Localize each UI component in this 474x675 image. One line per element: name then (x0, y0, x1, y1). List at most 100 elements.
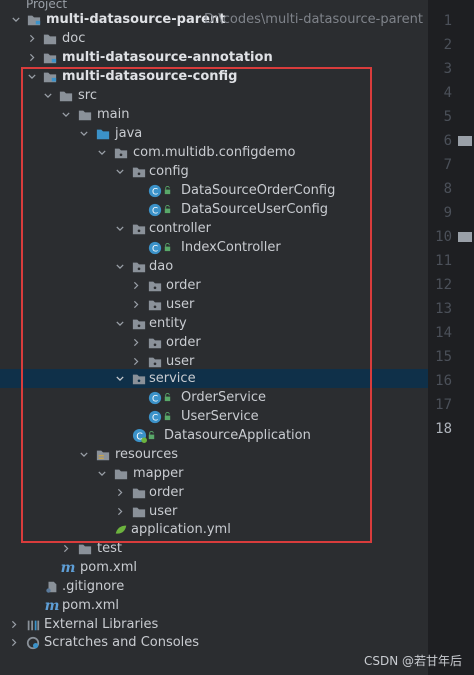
tree-item-label: Scratches and Consoles (44, 635, 200, 650)
tree-item-mapper[interactable]: mapper (0, 464, 428, 483)
tree-item-package[interactable]: com.multidb.configdemo (0, 143, 428, 162)
fold-marker-icon[interactable] (458, 232, 472, 242)
tree-item-label: user (166, 354, 195, 369)
tree-item-class-file[interactable]: C DataSourceUserConfig (0, 200, 428, 219)
chevron-down-icon[interactable] (116, 320, 124, 328)
tree-item-class-file[interactable]: C OrderService (0, 388, 428, 407)
module-path: D:\codes\multi-datasource-parent (204, 12, 423, 27)
line-number: 8 (443, 181, 452, 197)
class-icon: C (147, 183, 163, 199)
tree-item-application-class[interactable]: C DatasourceApplication (0, 426, 428, 445)
tree-item-class-file[interactable]: C DataSourceOrderConfig (0, 181, 428, 200)
chevron-down-icon[interactable] (116, 225, 124, 233)
chevron-down-icon[interactable] (62, 111, 70, 119)
tree-item-label: user (166, 297, 195, 312)
chevron-down-icon[interactable] (116, 168, 124, 176)
fold-marker-icon[interactable] (458, 136, 472, 146)
line-number: 10 (435, 229, 452, 245)
tree-item-class-file[interactable]: C UserService (0, 407, 428, 426)
chevron-right-icon[interactable] (62, 544, 70, 553)
package-icon (131, 164, 147, 180)
tree-item-label: application.yml (131, 522, 231, 537)
line-number: 1 (443, 13, 452, 29)
tree-item-label: entity (149, 316, 187, 331)
project-tree-panel: Project multi-datasource-parent D:\codes… (0, 0, 428, 675)
class-icon: C (147, 202, 163, 218)
chevron-down-icon[interactable] (98, 470, 106, 478)
package-icon (131, 316, 147, 332)
package-icon (113, 145, 129, 161)
chevron-down-icon[interactable] (98, 149, 106, 157)
chevron-right-icon[interactable] (132, 357, 140, 366)
line-number: 13 (435, 301, 452, 317)
folder-icon (113, 466, 129, 482)
tree-item-pom-file[interactable]: m pom.xml (0, 558, 428, 577)
tree-item-pom-file[interactable]: m pom.xml (0, 596, 428, 615)
tree-item-external-libraries[interactable]: External Libraries (0, 615, 428, 634)
chevron-right-icon[interactable] (116, 507, 124, 516)
tree-item-doc[interactable]: doc (0, 29, 428, 48)
tree-item-test[interactable]: test (0, 539, 428, 558)
chevron-down-icon[interactable] (12, 16, 20, 24)
tree-item-main[interactable]: main (0, 105, 428, 124)
chevron-right-icon[interactable] (10, 620, 18, 629)
line-number: 5 (443, 109, 452, 125)
tree-item-gitignore[interactable]: .gitignore (0, 577, 428, 596)
chevron-right-icon[interactable] (28, 34, 36, 43)
line-number-current: 18 (435, 421, 452, 437)
tree-item-label: DataSourceUserConfig (181, 202, 329, 217)
tree-item-package[interactable]: user (0, 295, 428, 314)
tree-item-package[interactable]: order (0, 276, 428, 295)
maven-icon: m (44, 597, 60, 614)
chevron-right-icon[interactable] (28, 53, 36, 62)
tree-item-class-file[interactable]: C IndexController (0, 238, 428, 257)
chevron-right-icon[interactable] (132, 281, 140, 290)
line-number: 14 (435, 325, 452, 341)
spring-boot-class-icon: C (131, 428, 147, 444)
tree-item-service-package[interactable]: service (0, 369, 428, 388)
tree-item-folder[interactable]: order (0, 483, 428, 502)
tree-item-label: order (166, 278, 201, 293)
tree-item-label: OrderService (181, 390, 266, 405)
tree-item-entity-package[interactable]: entity (0, 314, 428, 333)
chevron-down-icon[interactable] (28, 73, 36, 81)
tree-item-parent-module[interactable]: multi-datasource-parent D:\codes\multi-d… (0, 10, 428, 29)
line-number: 3 (443, 61, 452, 77)
folder-icon (77, 541, 93, 557)
lock-icon (162, 409, 172, 425)
tree-item-yml-file[interactable]: application.yml (0, 520, 428, 539)
tree-item-controller-package[interactable]: controller (0, 219, 428, 238)
tree-item-label: dao (149, 259, 174, 274)
tree-item-label: controller (149, 221, 212, 236)
tree-item-scratches[interactable]: Scratches and Consoles (0, 633, 428, 652)
package-icon (147, 335, 163, 351)
chevron-down-icon[interactable] (80, 451, 88, 459)
chevron-down-icon[interactable] (116, 263, 124, 271)
tree-item-annotation-module[interactable]: multi-datasource-annotation (0, 48, 428, 67)
line-number: 9 (443, 205, 452, 221)
tree-item-folder[interactable]: user (0, 502, 428, 521)
tree-item-src[interactable]: src (0, 86, 428, 105)
line-number: 6 (443, 133, 452, 149)
chevron-right-icon[interactable] (132, 300, 140, 309)
tree-item-java[interactable]: java (0, 124, 428, 143)
tree-item-resources[interactable]: resources (0, 445, 428, 464)
tree-item-dao-package[interactable]: dao (0, 257, 428, 276)
chevron-right-icon[interactable] (10, 638, 18, 647)
line-number: 15 (435, 349, 452, 365)
chevron-right-icon[interactable] (132, 338, 140, 347)
chevron-right-icon[interactable] (116, 488, 124, 497)
package-icon (131, 259, 147, 275)
chevron-down-icon[interactable] (44, 92, 52, 100)
tree-item-label: DataSourceOrderConfig (181, 183, 336, 198)
tree-item-package[interactable]: order (0, 333, 428, 352)
folder-icon (58, 88, 74, 104)
chevron-down-icon[interactable] (80, 130, 88, 138)
svg-text:C: C (152, 206, 158, 216)
tree-item-config-package[interactable]: config (0, 162, 428, 181)
tree-item-label: src (78, 88, 97, 103)
chevron-down-icon[interactable] (116, 375, 124, 383)
lock-icon (162, 183, 172, 199)
tree-item-config-module[interactable]: multi-datasource-config (0, 67, 428, 86)
line-number: 17 (435, 397, 452, 413)
